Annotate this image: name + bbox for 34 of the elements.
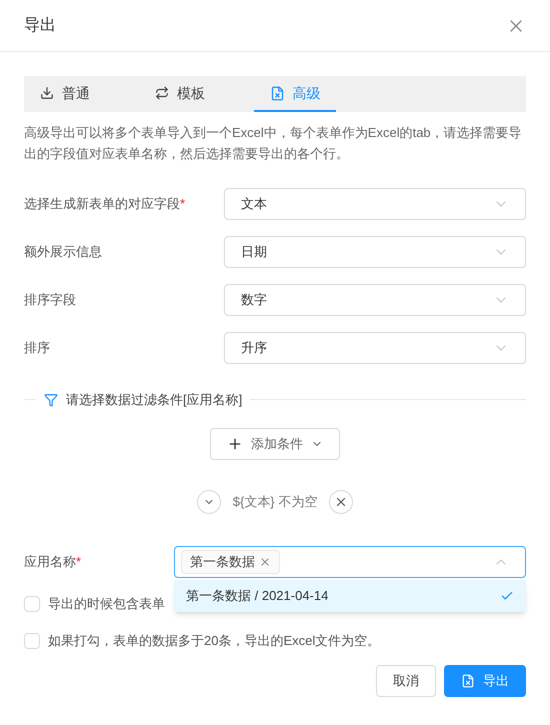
checkbox-label: 导出的时候包含表单 (48, 595, 165, 614)
file-icon (461, 674, 475, 688)
tab[interactable]: 模板 (139, 76, 221, 112)
description-text: 高级导出可以将多个表单导入到一个Excel中，每个表单作为Excel的tab，请选择需要导出的字段值对应表单名称，然后选择需要导出的各个行。 (24, 124, 523, 163)
select-field[interactable]: 文本 (224, 188, 526, 220)
checkbox-label: 如果打勾，表单的数据多于20条，导出的Excel文件为空。 (48, 632, 380, 650)
field-label: 应用名称 (24, 552, 76, 571)
filter-title: 请选择数据过滤条件[应用名称] (66, 391, 242, 409)
required-mark: * (76, 552, 82, 571)
remove-icon[interactable] (259, 556, 271, 568)
select-field[interactable]: 日期 (224, 236, 526, 268)
repeat-icon (155, 86, 169, 100)
file-icon (270, 86, 284, 100)
field-label: 选择生成新表单的对应字段 (24, 195, 180, 214)
cancel-button[interactable]: 取消 (376, 664, 436, 696)
checkbox[interactable] (24, 596, 40, 612)
condition-text: ${文本} 不为空 (232, 492, 318, 511)
multi-select-field[interactable]: 第一条数据 (174, 546, 526, 578)
dropdown-option[interactable]: 第一条数据 / 2021-04-14 (174, 580, 526, 612)
select-field[interactable]: 数字 (224, 284, 526, 316)
field-label: 排序 (24, 339, 50, 358)
download-icon (40, 86, 54, 100)
plus-icon (227, 436, 243, 452)
filter-icon (44, 392, 58, 407)
select-field[interactable]: 升序 (224, 332, 526, 364)
add-condition-button[interactable]: 添加条件 (210, 428, 340, 460)
field-label: 排序字段 (24, 291, 76, 310)
field-label: 额外展示信息 (24, 243, 102, 262)
dialog-title: 导出 (24, 16, 56, 36)
remove-condition-button[interactable] (329, 490, 354, 514)
checkbox[interactable] (24, 633, 40, 649)
tab[interactable]: 普通 (24, 76, 106, 112)
required-mark: * (180, 195, 186, 214)
selected-tag: 第一条数据 (181, 550, 280, 574)
